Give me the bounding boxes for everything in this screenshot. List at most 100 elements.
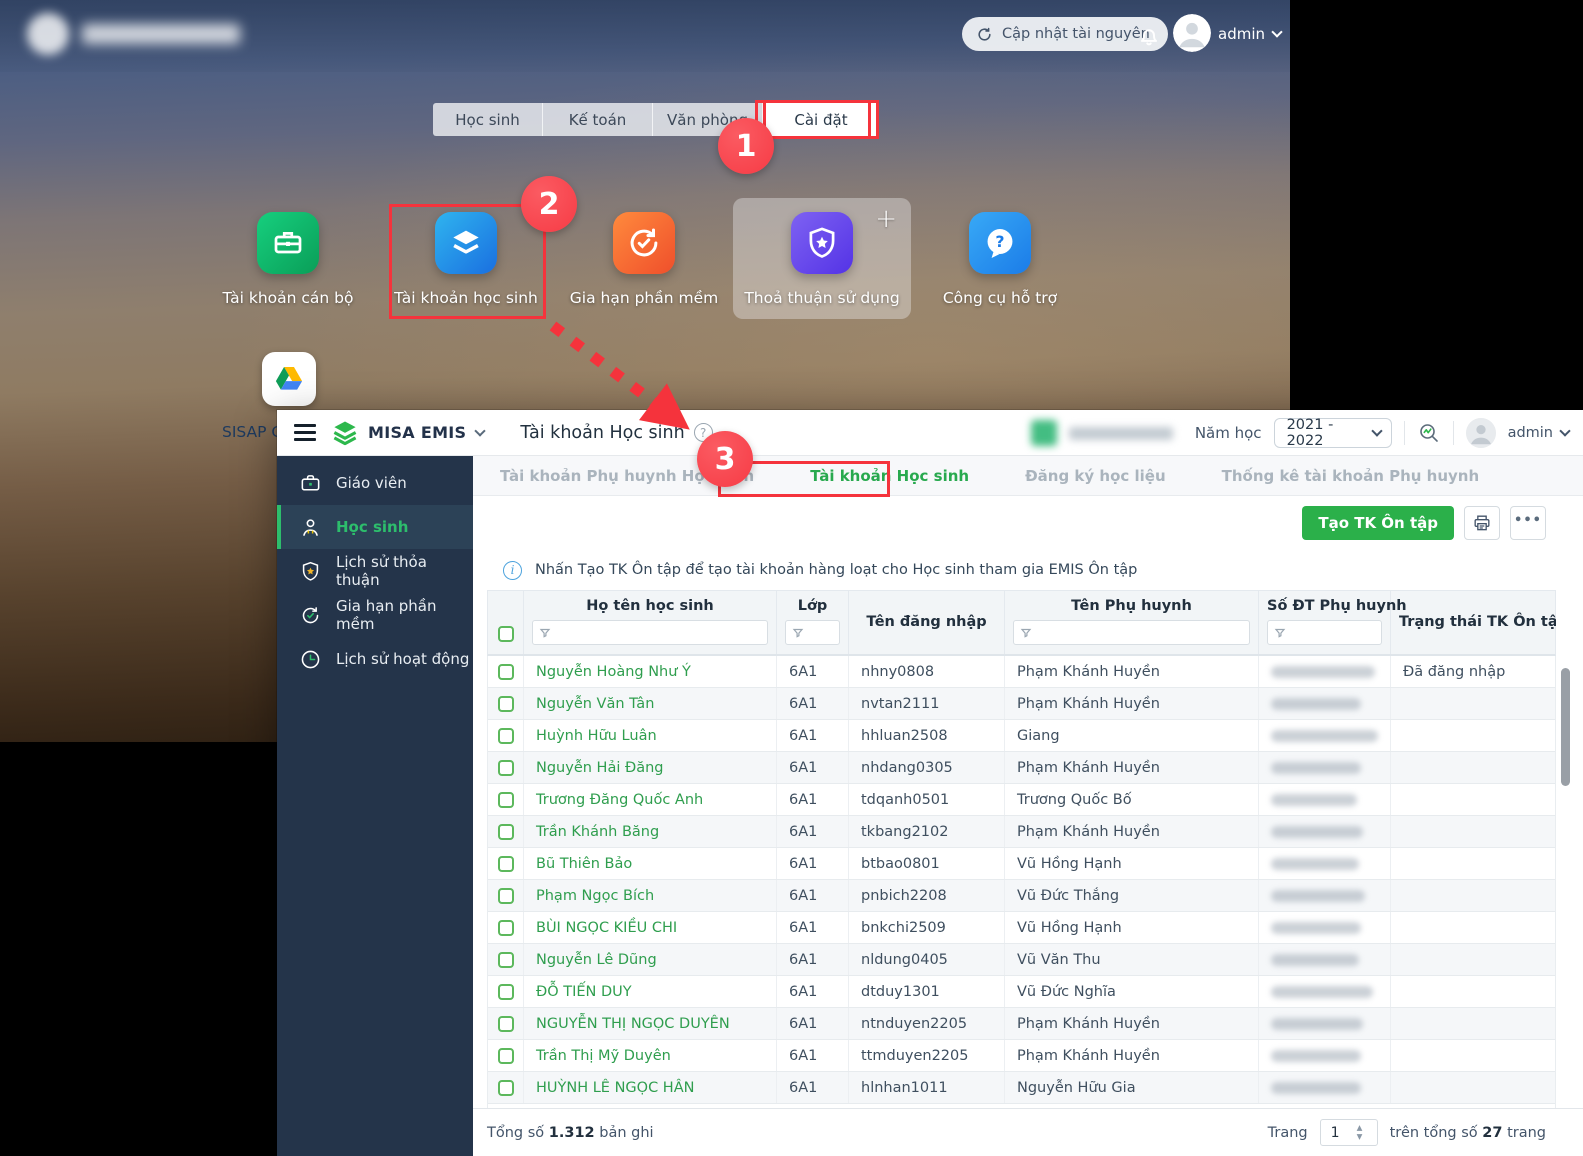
avatar[interactable] [1173,14,1211,52]
table-row[interactable]: NGUYỄN THỊ NGỌC DUYÊN 6A1 ntnduyen2205 P… [488,1008,1555,1040]
table-row[interactable]: Trần Thị Mỹ Duyên 6A1 ttmduyen2205 Phạm … [488,1040,1555,1072]
student-name-link[interactable]: Trần Khánh Băng [536,824,659,840]
stepper-arrows-icon[interactable]: ▲ ▼ [1357,1123,1363,1141]
sidebar-item-giao-vien[interactable]: Giáo viên [277,461,473,505]
student-name-link[interactable]: Nguyễn Hải Đăng [536,760,663,776]
filter-name[interactable] [532,620,768,645]
row-checkbox[interactable] [497,727,514,744]
student-name-link[interactable]: Bũ Thiên Bảo [536,856,632,872]
row-checkbox[interactable] [497,919,514,936]
filter-icon [792,628,804,638]
row-checkbox[interactable] [497,887,514,904]
table-row[interactable]: ĐỖ TIẾN DUY 6A1 dtduy1301 Vũ Đức Nghĩa [488,976,1555,1008]
table-row[interactable]: Nguyễn Hoàng Như Ý 6A1 nhny0808 Phạm Khá… [488,656,1555,688]
user-menu[interactable]: admin [1508,425,1571,441]
row-checkbox[interactable] [497,1047,514,1064]
phone-blurred [1271,1081,1361,1094]
column-header-parent: Tên Phụ huynh [1071,598,1192,614]
school-year-select[interactable]: 2021 - 2022 [1273,417,1392,449]
row-checkbox[interactable] [497,983,514,1000]
row-checkbox[interactable] [497,1015,514,1032]
sidebar-item-hoc-sinh[interactable]: Học sinh [277,505,473,549]
filter-class[interactable] [785,620,840,645]
hamburger-icon[interactable] [294,420,316,445]
student-name-link[interactable]: Nguyễn Văn Tân [536,696,654,712]
table-row[interactable]: Nguyễn Văn Tân 6A1 nvtan2111 Phạm Khánh … [488,688,1555,720]
row-checkbox[interactable] [497,1079,514,1096]
row-checkbox[interactable] [497,695,514,712]
filter-parent-input[interactable] [1013,620,1250,645]
plus-icon[interactable]: + [875,204,897,234]
table-row[interactable]: Nguyễn Lê Dũng 6A1 nldung0405 Vũ Văn Thu [488,944,1555,976]
app-tile-tai-khoan-can-bo[interactable]: Tài khoản cán bộ [199,198,377,319]
table-row[interactable]: Phạm Ngọc Bích 6A1 pnbich2208 Vũ Đức Thắ… [488,880,1555,912]
app-tile-cong-cu-ho-tro[interactable]: ? Công cụ hỗ trợ [911,198,1089,319]
chevron-down-icon [1559,425,1571,437]
page-number-input[interactable] [1320,1124,1355,1141]
sidebar-item-lich-su-thoa-thuan[interactable]: Lịch sử thỏa thuận [277,549,473,593]
filter-parent[interactable] [1013,620,1250,645]
select-all-checkbox[interactable] [497,626,514,642]
row-checkbox[interactable] [497,855,514,872]
desktop-tab-hoc-sinh[interactable]: Học sinh [433,103,543,136]
svg-text:?: ? [995,232,1004,251]
student-name-link[interactable]: BÙI NGỌC KIỀU CHI [536,920,677,936]
table-row[interactable]: Bũ Thiên Bảo 6A1 btbao0801 Vũ Hồng Hạnh [488,848,1555,880]
bell-icon[interactable] [1136,22,1162,48]
search-insights-icon[interactable] [1417,421,1441,445]
desktop-tab-bar: Học sinh Kế toán Văn phòng Cài đặt [433,100,879,139]
filter-name-input[interactable] [532,620,768,645]
clock-icon [301,650,320,668]
table-body: Nguyễn Hoàng Như Ý 6A1 nhny0808 Phạm Khá… [487,656,1556,1108]
phone-blurred [1271,665,1375,678]
vertical-scrollbar[interactable] [1561,668,1570,1156]
row-checkbox[interactable] [497,823,514,840]
google-drive-icon[interactable] [262,352,316,406]
student-name-link[interactable]: ĐỖ TIẾN DUY [536,984,632,1000]
page-number-stepper[interactable]: ▲▼ [1319,1119,1378,1146]
row-checkbox[interactable] [497,759,514,776]
table-row[interactable]: HUỲNH LÊ NGỌC HÂN 6A1 hlnhan1011 Nguyễn … [488,1072,1555,1104]
brand[interactable]: MISA EMIS [330,418,487,448]
student-name-link[interactable]: Nguyễn Lê Dũng [536,952,657,968]
page-title: Tài khoản Học sinh ? [520,423,713,443]
column-header-username: Tên đăng nhập [866,613,987,630]
renew-icon [613,212,675,274]
sidebar-item-gia-han-phan-mem[interactable]: Gia hạn phần mềm [277,593,473,637]
desktop-tab-ke-toan[interactable]: Kế toán [543,103,653,136]
sidebar-item-lich-su-hoat-dong[interactable]: Lịch sử hoạt động [277,637,473,681]
divider [1403,421,1405,445]
tab-dang-ky-hoc-lieu[interactable]: Đăng ký học liệu [1025,467,1166,485]
status-cell [1391,720,1555,751]
desktop-tab-cai-dat[interactable]: Cài đặt [763,100,879,139]
table-row[interactable]: Trương Đăng Quốc Anh 6A1 tdqanh0501 Trươ… [488,784,1555,816]
avatar[interactable] [1465,418,1496,448]
student-name-link[interactable]: Phạm Ngọc Bích [536,888,654,904]
student-name-link[interactable]: NGUYỄN THỊ NGỌC DUYÊN [536,1016,730,1032]
row-checkbox[interactable] [497,663,514,680]
app-tile-label: Gia hạn phần mềm [569,289,719,307]
student-name-link[interactable]: Nguyễn Hoàng Như Ý [536,664,691,680]
student-name-link[interactable]: Trần Thị Mỹ Duyên [536,1048,671,1064]
tab-thong-ke-tai-khoan[interactable]: Thống kê tài khoản Phụ huynh [1222,467,1480,485]
row-checkbox[interactable] [497,791,514,808]
table-row[interactable]: Huỳnh Hữu Luân 6A1 hhluan2508 Giang [488,720,1555,752]
app-tile-thoa-thuan-su-dung[interactable]: + Thoả thuận sử dụng [733,198,911,319]
filter-icon [539,628,551,638]
more-options-button[interactable]: ••• [1510,506,1546,540]
app-tile-label: Công cụ hỗ trợ [942,289,1058,307]
student-name-link[interactable]: HUỲNH LÊ NGỌC HÂN [536,1080,694,1096]
app-tile-gia-han-phan-mem[interactable]: Gia hạn phần mềm [555,198,733,319]
user-menu[interactable]: admin [1218,25,1283,43]
student-name-link[interactable]: Trương Đăng Quốc Anh [536,792,703,808]
app-tile-label: Thoả thuận sử dụng [744,289,900,307]
print-button[interactable] [1464,506,1500,540]
create-review-account-button[interactable]: Tạo TK Ôn tập [1302,506,1454,540]
student-name-link[interactable]: Huỳnh Hữu Luân [536,728,657,744]
table-row[interactable]: BÙI NGỌC KIỀU CHI 6A1 bnkchi2509 Vũ Hồng… [488,912,1555,944]
row-checkbox[interactable] [497,951,514,968]
scrollbar-thumb[interactable] [1561,668,1570,786]
table-row[interactable]: Trần Khánh Băng 6A1 tkbang2102 Phạm Khán… [488,816,1555,848]
filter-phone[interactable] [1267,620,1382,645]
table-row[interactable]: Nguyễn Hải Đăng 6A1 nhdang0305 Phạm Khán… [488,752,1555,784]
